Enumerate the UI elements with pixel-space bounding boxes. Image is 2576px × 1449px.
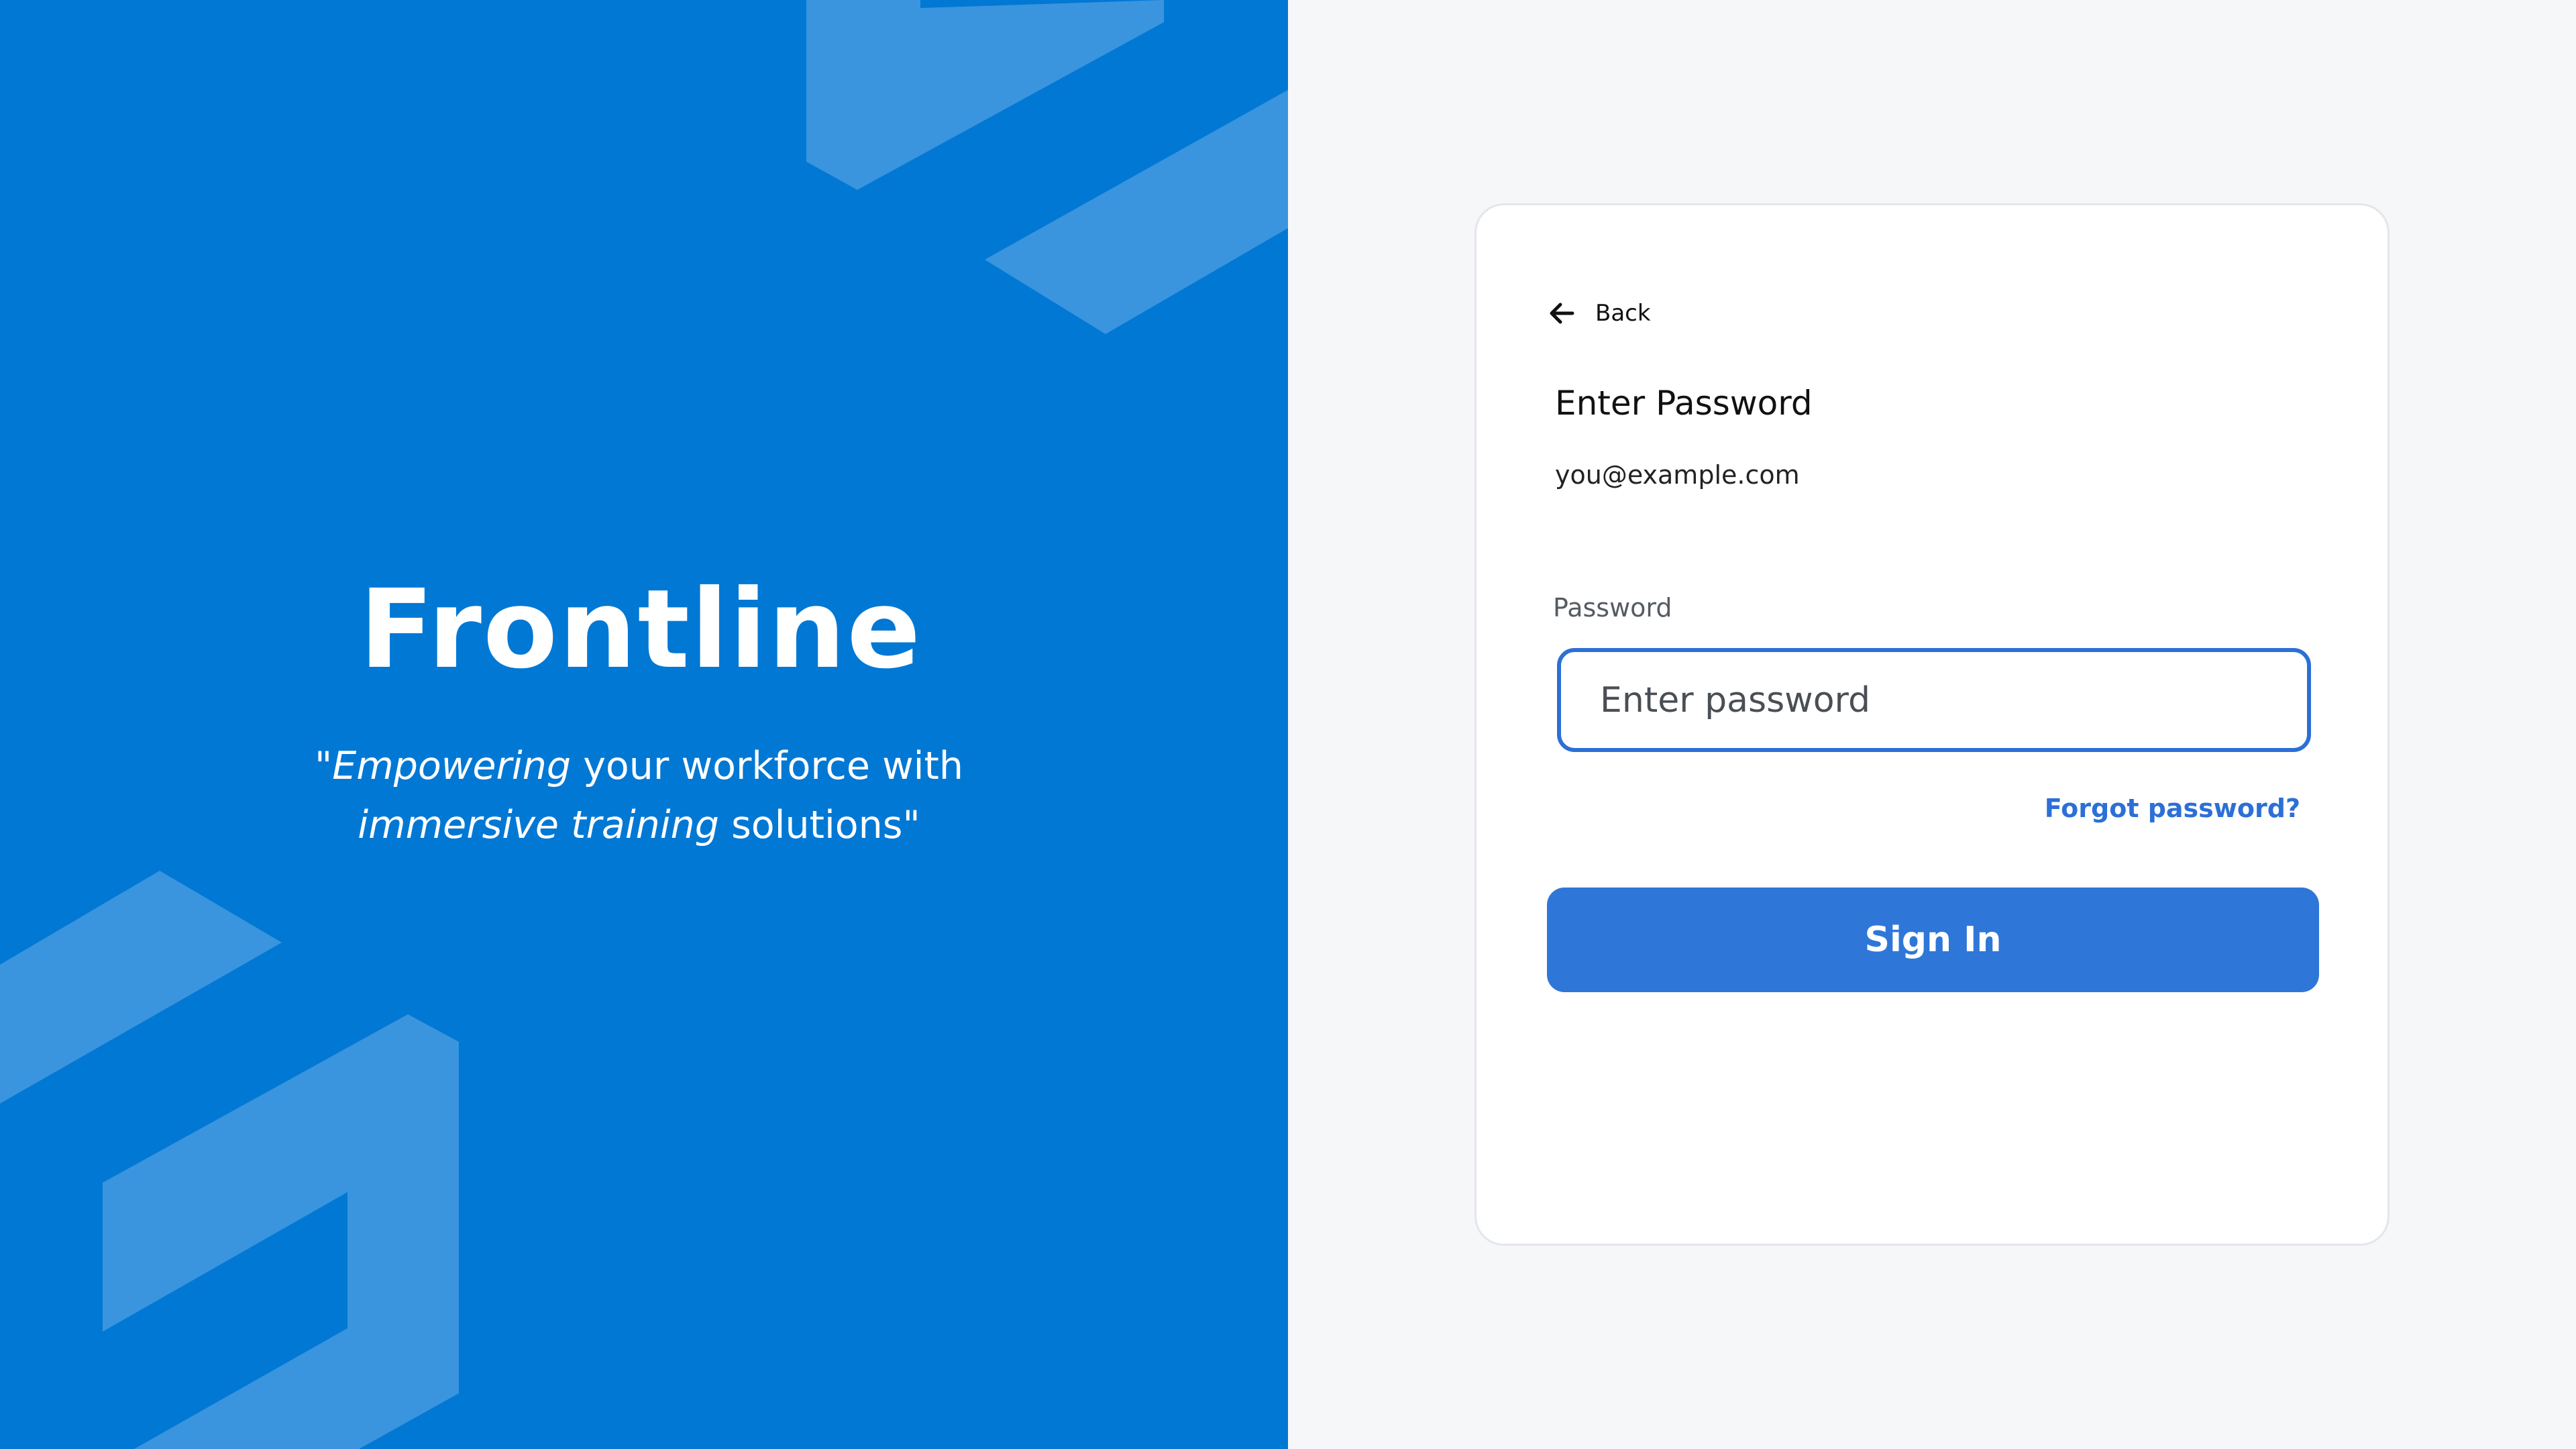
arrow-left-icon (1547, 299, 1575, 327)
brand-title: Frontline (359, 567, 922, 693)
decorative-shapes (0, 0, 1288, 1449)
deco-shape-top-band (985, 90, 1288, 334)
tagline-text-1: your workforce with (571, 744, 963, 788)
tagline-open-quote: " (314, 744, 333, 788)
back-link[interactable]: Back (1547, 299, 1651, 327)
tagline-text-2: solutions" (718, 803, 920, 847)
deco-shape-top-hex (806, 0, 1164, 190)
login-page: Frontline "Empowering your workforce wit… (0, 0, 2576, 1449)
deco-shape-bottom-band (0, 871, 282, 1104)
password-label: Password (1553, 593, 1672, 623)
brand-panel: Frontline "Empowering your workforce wit… (0, 0, 1288, 1449)
page-title: Enter Password (1555, 384, 1813, 423)
account-email: you@example.com (1555, 460, 1800, 490)
deco-shape-bottom-hex (103, 1014, 459, 1449)
brand-tagline: "Empowering your workforce with immersiv… (0, 737, 1278, 855)
sign-in-button[interactable]: Sign In (1547, 888, 2319, 992)
back-link-label: Back (1595, 300, 1651, 327)
login-card: Back Enter Password you@example.com Pass… (1474, 203, 2390, 1246)
forgot-password-link[interactable]: Forgot password? (2045, 794, 2300, 823)
password-input[interactable] (1557, 648, 2311, 752)
tagline-emphasis-2: immersive training (358, 803, 719, 847)
tagline-emphasis-1: Empowering (332, 744, 572, 788)
